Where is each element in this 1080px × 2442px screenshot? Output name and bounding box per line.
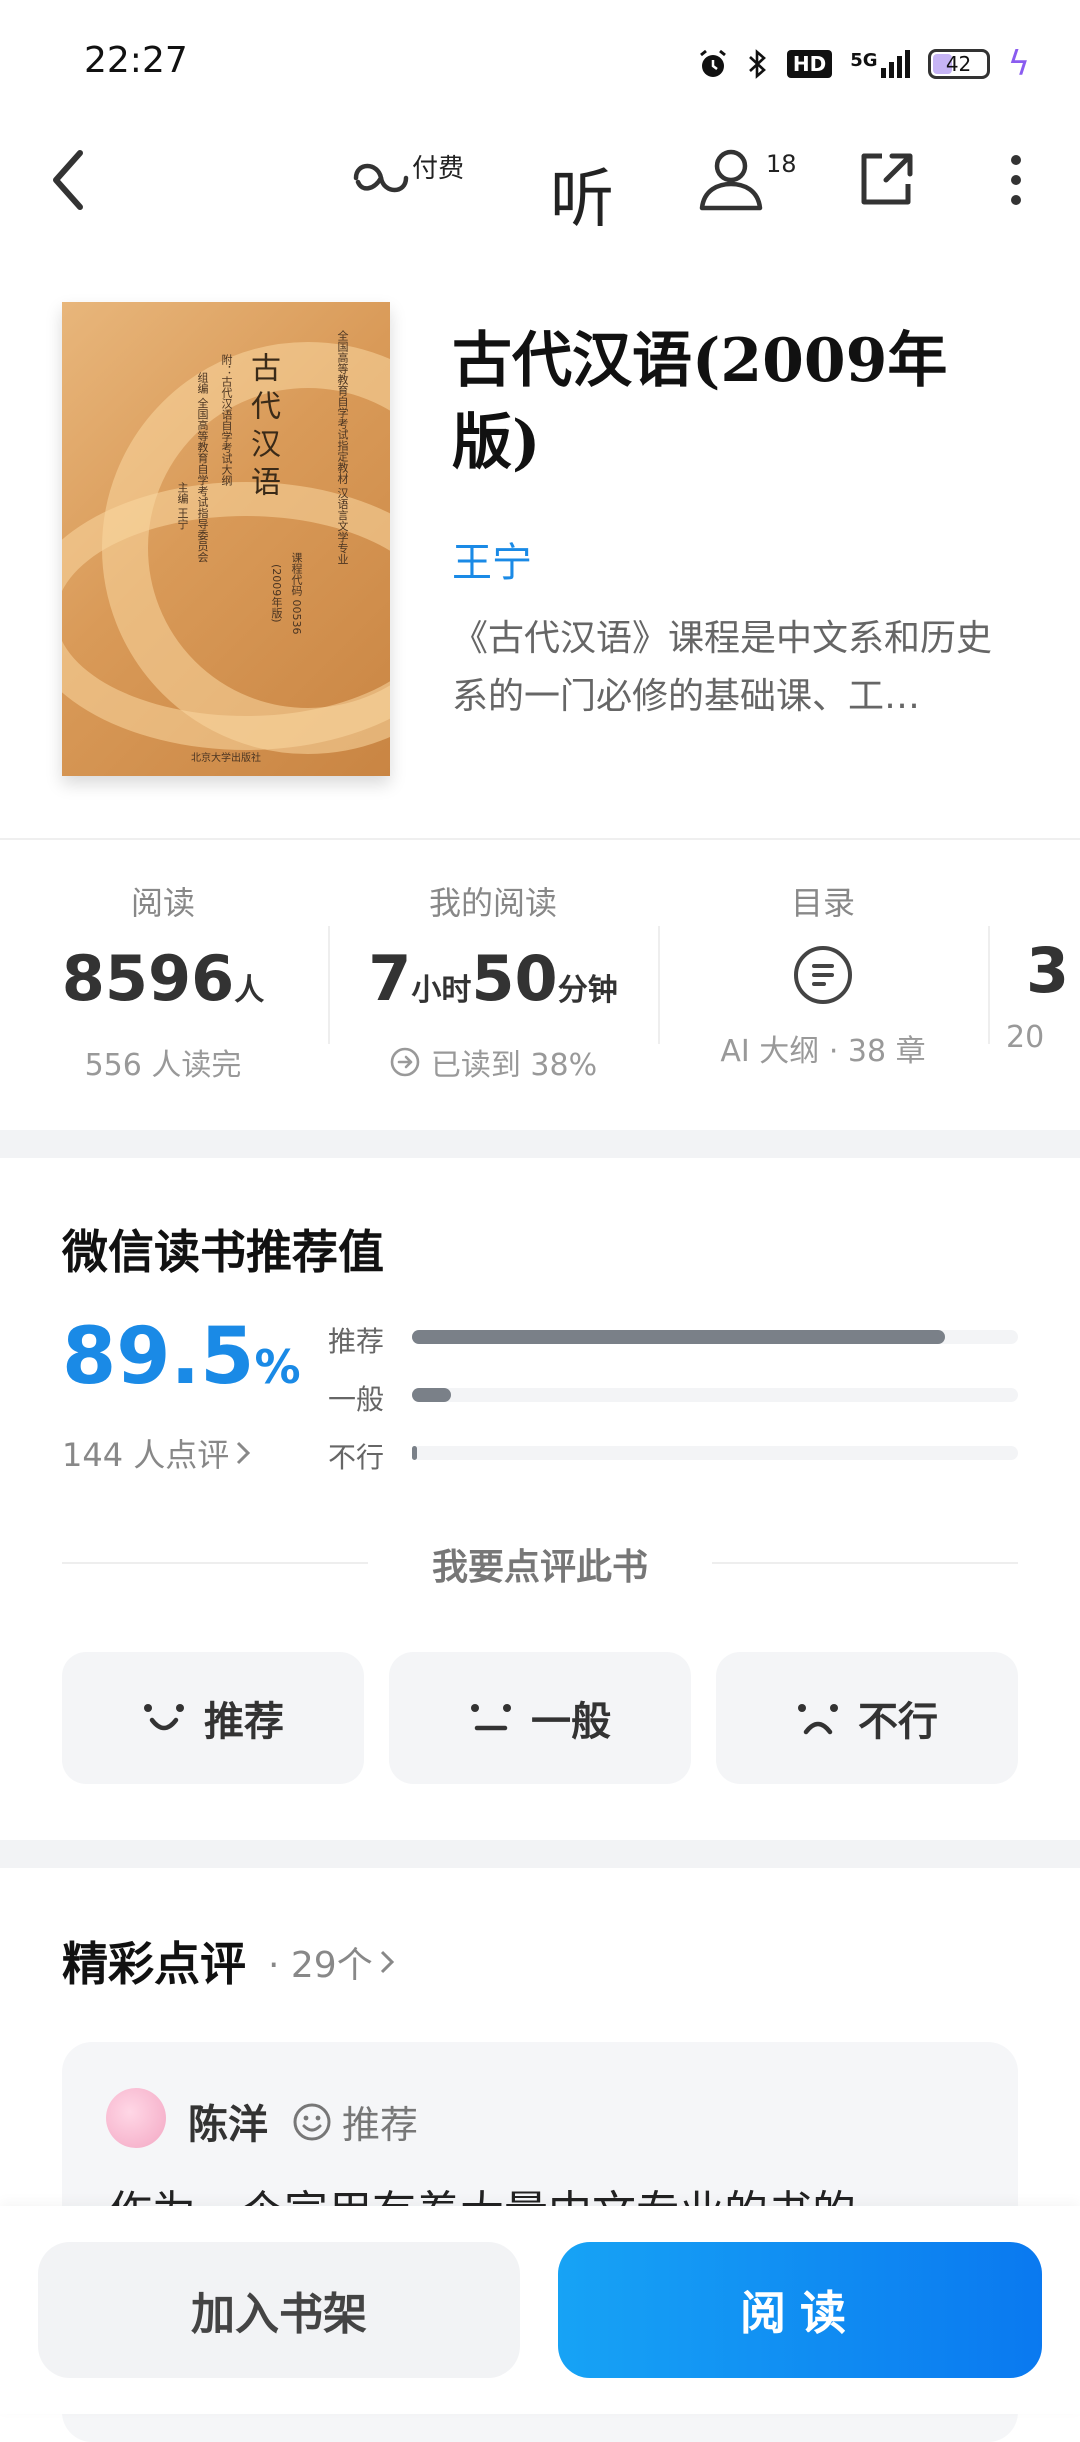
review-prompt: 我要点评此书 [431,1547,648,1588]
avatar[interactable] [106,2088,166,2148]
add-to-shelf-button[interactable]: 加入书架 [38,2242,520,2378]
read-button[interactable]: 阅读 [558,2242,1042,2378]
back-icon[interactable] [44,145,94,215]
alarm-icon [699,49,726,77]
infinity-icon [353,163,409,193]
friends-count: 18 [766,150,797,178]
rate-recommend-button[interactable]: 推荐 [62,1652,364,1784]
toc-icon [794,946,852,1004]
stat-partial[interactable]: 3 20 [990,878,1080,1055]
reading-progress: 已读到 38% [430,1048,598,1083]
bluetooth-icon [749,49,766,79]
rate-poor-label: 不行 [858,1699,938,1745]
chevron-right-icon [237,1441,251,1465]
rate-poor-button[interactable]: 不行 [716,1652,1018,1784]
sad-face-icon [798,1704,838,1735]
listen-button[interactable]: 听 [550,148,614,240]
stat-toc-outline: AI 大纲 · 38 章 [720,1034,926,1069]
progress-arrow-icon [390,1047,420,1077]
reviews-title: 精彩点评 [62,1937,246,1991]
rate-average-label: 一般 [531,1699,611,1745]
charging-icon: ϟ [1007,44,1030,84]
reviewer-rating-label: 推荐 [342,2103,419,2147]
bar-label-recommend: 推荐 [328,1325,385,1358]
recommend-score-unit: % [254,1340,301,1394]
signal-icon: 5G [850,50,910,78]
book-cover[interactable]: 古代汉语 全国高等教育自学考试指定教材 汉语言文学专业 附：古代汉语自学考试大纲… [62,302,390,776]
prompt-line-right [712,1562,1018,1564]
bar-label-poor: 不行 [328,1441,385,1474]
stat-readers[interactable]: 阅读 8596人 556 人读完 [0,878,326,1084]
reviewer-name[interactable]: 陈洋 [188,2092,268,2150]
book-author[interactable]: 王宁 [452,530,532,588]
cover-edition: (2009年版) [270,564,283,623]
rate-average-button[interactable]: 一般 [389,1652,691,1784]
pay-label: 付费 [412,154,465,184]
bar-track-poor [412,1446,1018,1460]
bar-track-recommend [412,1330,1018,1344]
stat-readers-label: 阅读 [130,884,195,922]
stat-readers-finished: 556 人读完 [84,1048,242,1083]
recommend-title: 微信读书推荐值 [62,1225,384,1279]
bar-fill-poor [412,1446,417,1460]
divider [0,838,1080,840]
book-title: 古代汉语(2009年版) [452,326,948,478]
neutral-face-icon [471,1704,511,1731]
reading-hours-unit: 小时 [411,973,472,1008]
reading-hours: 7 [368,942,412,1015]
stat-toc[interactable]: 目录 AI 大纲 · 38 章 [660,878,986,1070]
friends-button[interactable]: 18 [696,146,797,212]
reviews-count: · 29个 [268,1945,373,1986]
stat-my-reading[interactable]: 我的阅读 7小时50分钟 已读到 38% [330,878,656,1084]
cover-organizer: 组编 全国高等教育自学考试指导委员会 [196,372,209,563]
stat-partial-value: 3 [1026,934,1070,1007]
recommend-score-value: 89.5 [62,1312,255,1402]
cover-title: 古代汉语 [245,352,280,504]
hd-badge: HD [786,50,833,78]
chevron-right-icon [380,1950,394,1974]
person-icon [699,149,763,211]
status-icons: HD 5G 42 ϟ [697,44,1030,84]
network-type: 5G [850,50,878,71]
stat-my-reading-label: 我的阅读 [428,884,557,922]
rate-recommend-label: 推荐 [204,1699,284,1745]
reviews-count-link[interactable]: · 29个 [268,1936,395,1988]
review-count: 144 人点评 [62,1436,230,1474]
reading-minutes-unit: 分钟 [557,973,618,1008]
review-text: 作为一个宣用有着大量中文专业的书的 [108,2176,988,2206]
stat-partial-sub: 20 [1006,1020,1045,1055]
smile-circle-icon [293,2103,331,2140]
cover-series: 全国高等教育自学考试指定教材 汉语言文学专业 [336,330,349,565]
reading-minutes: 50 [471,942,558,1015]
review-count-link[interactable]: 144 人点评 [62,1430,251,1476]
book-description[interactable]: 《古代汉语》课程是中文系和历史系的一门必修的基础课、工… [452,610,1022,726]
more-icon[interactable] [1004,150,1028,210]
status-time: 22:27 [84,40,188,81]
stat-readers-value: 8596 [61,942,235,1015]
reviewer-rating: 推荐 [292,2094,418,2149]
battery-level: 42 [945,52,972,76]
cover-publisher: 北京大学出版社 [191,753,261,764]
share-icon[interactable] [856,150,916,210]
stat-toc-label: 目录 [790,884,855,922]
section-divider [0,1130,1080,1158]
bar-label-average: 一般 [328,1383,385,1416]
section-divider [0,1840,1080,1868]
bar-fill-average [412,1388,452,1402]
battery-icon: 42 [927,49,990,79]
cover-editor: 主编 王宁 [176,482,189,530]
pay-button[interactable]: 付费 [352,148,464,198]
bar-fill-recommend [412,1330,946,1344]
cover-code: 课程代码 00536 [290,552,303,635]
recommend-score: 89.5% [62,1312,301,1402]
smile-face-icon [144,1704,184,1731]
bar-track-average [412,1388,1018,1402]
cover-appendix: 附：古代汉语自学考试大纲 [220,354,233,486]
stat-readers-unit: 人 [234,973,265,1008]
